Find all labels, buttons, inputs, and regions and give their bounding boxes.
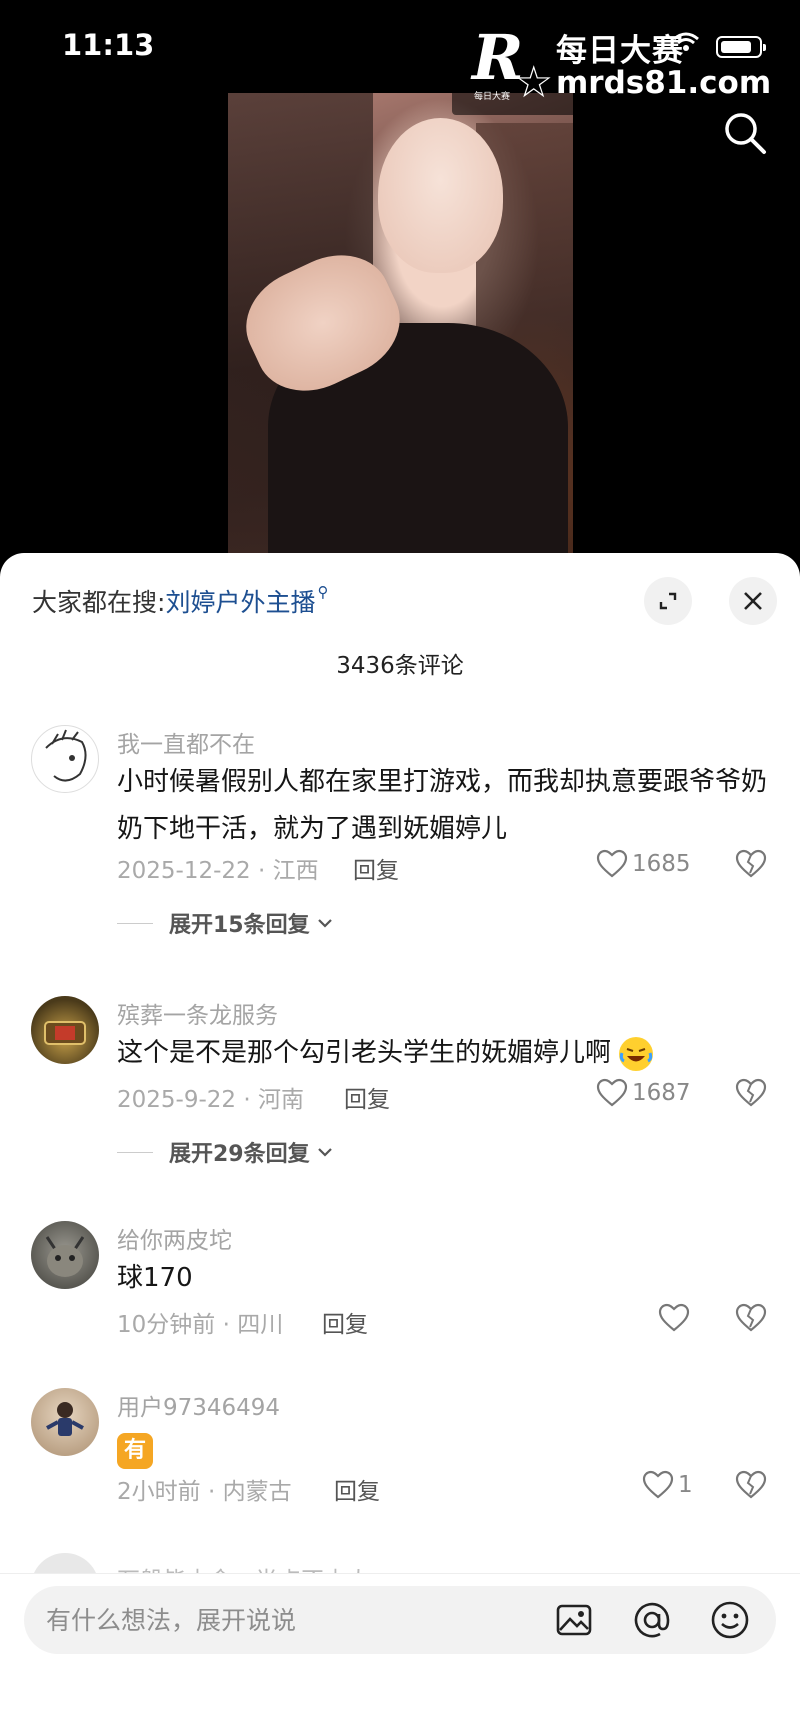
- comment-meta: 2025-9-22 · 河南: [117, 1087, 304, 1113]
- expand-icon: [659, 592, 677, 610]
- expand-replies-label: 展开15条回复: [169, 913, 310, 938]
- reply-button[interactable]: 回复: [353, 851, 399, 885]
- comment-input[interactable]: [46, 1586, 546, 1654]
- image-icon[interactable]: [554, 1600, 594, 1640]
- trending-search[interactable]: 大家都在搜:刘婷户外主播 ⚲: [32, 583, 328, 619]
- comment-meta: 2小时前 · 内蒙古: [117, 1479, 292, 1505]
- divider: [117, 922, 153, 924]
- comment-text: 小时候暑假别人都在家里打游戏，而我却执意要跟爷爷奶奶下地干活，就为了遇到妩媚婷儿: [117, 767, 768, 844]
- dislike-button[interactable]: [735, 1078, 767, 1112]
- broken-heart-icon: [735, 1078, 767, 1107]
- watermark: R ☆ 每日大赛 每日大赛 mrds81.com: [452, 13, 792, 115]
- heart-icon: [596, 1078, 628, 1107]
- comment-username[interactable]: 给你两皮坨: [117, 1221, 232, 1255]
- comment-meta: 2025-12-22 · 江西: [117, 858, 319, 884]
- emoji-you-badge: 有: [117, 1433, 153, 1469]
- close-icon: [744, 592, 762, 610]
- divider: [117, 1151, 153, 1153]
- like-button[interactable]: 1687: [596, 1078, 691, 1108]
- watermark-url: mrds81.com: [556, 65, 772, 101]
- video-subject-face: [378, 118, 503, 273]
- trending-label: 大家都在搜:: [32, 588, 166, 617]
- comment-text: 有: [117, 1426, 777, 1473]
- comment-text: 这个是不是那个勾引老头学生的妩媚婷儿啊: [117, 1030, 777, 1077]
- comment-username[interactable]: 用户97346494: [117, 1388, 280, 1422]
- comment-username[interactable]: 殡葬一条龙服务: [117, 996, 278, 1030]
- like-count: 1687: [632, 1080, 691, 1106]
- comment-meta: 10分钟前 · 四川: [117, 1312, 284, 1338]
- comment-username[interactable]: 我一直都不在: [117, 725, 255, 759]
- comment-input-bar: [0, 1573, 800, 1731]
- at-icon[interactable]: [632, 1600, 672, 1640]
- watermark-logo: R ☆ 每日大赛: [472, 21, 553, 108]
- like-button[interactable]: 1: [642, 1470, 693, 1500]
- dislike-button[interactable]: [735, 1470, 767, 1504]
- comment-count: 3436条评论: [336, 653, 464, 679]
- reply-button[interactable]: 回复: [322, 1305, 368, 1339]
- status-time: 11:13: [62, 28, 155, 62]
- reply-button[interactable]: 回复: [334, 1472, 380, 1506]
- expand-replies[interactable]: 展开29条回复: [117, 1136, 334, 1168]
- expand-replies[interactable]: 展开15条回复: [117, 907, 334, 939]
- heart-icon: [658, 1303, 690, 1332]
- laughing-crying-emoji-icon: [619, 1036, 654, 1071]
- like-count: 1: [678, 1472, 693, 1498]
- avatar[interactable]: [31, 996, 99, 1064]
- avatar[interactable]: [31, 725, 99, 793]
- broken-heart-icon: [735, 1303, 767, 1332]
- reply-button[interactable]: 回复: [344, 1080, 390, 1114]
- avatar[interactable]: [31, 1388, 99, 1456]
- like-count: 1685: [632, 851, 691, 877]
- video-player[interactable]: [228, 93, 573, 553]
- comment-sheet: 大家都在搜:刘婷户外主播 ⚲ 3436条评论 我一直都不在 小时候暑假别人都在家里…: [0, 553, 800, 1731]
- watermark-title: 每日大赛: [556, 33, 684, 69]
- broken-heart-icon: [735, 849, 767, 878]
- emoji-icon[interactable]: [710, 1600, 750, 1640]
- dislike-button[interactable]: [735, 849, 767, 883]
- expand-replies-label: 展开29条回复: [169, 1142, 310, 1167]
- comment-text: 球170: [117, 1263, 193, 1293]
- chevron-down-icon: [317, 1148, 332, 1157]
- heart-icon: [642, 1470, 674, 1499]
- trending-keyword[interactable]: 刘婷户外主播: [165, 588, 315, 617]
- dislike-button[interactable]: [735, 1303, 767, 1337]
- search-icon[interactable]: [722, 110, 768, 156]
- like-button[interactable]: 1685: [596, 849, 691, 879]
- watermark-logo-caption: 每日大赛: [474, 92, 511, 102]
- wifi-icon: [672, 30, 700, 60]
- battery-icon: [716, 36, 766, 58]
- like-button[interactable]: [658, 1303, 694, 1333]
- comment-text-content: 这个是不是那个勾引老头学生的妩媚婷儿啊: [117, 1038, 612, 1068]
- expand-button[interactable]: [644, 577, 692, 625]
- heart-icon: [596, 849, 628, 878]
- broken-heart-icon: [735, 1470, 767, 1499]
- star-icon: ☆: [514, 57, 554, 108]
- avatar[interactable]: [31, 1221, 99, 1289]
- search-icon: ⚲: [317, 583, 329, 601]
- close-button[interactable]: [729, 577, 777, 625]
- comment-input-box: [24, 1586, 776, 1654]
- chevron-down-icon: [317, 919, 332, 928]
